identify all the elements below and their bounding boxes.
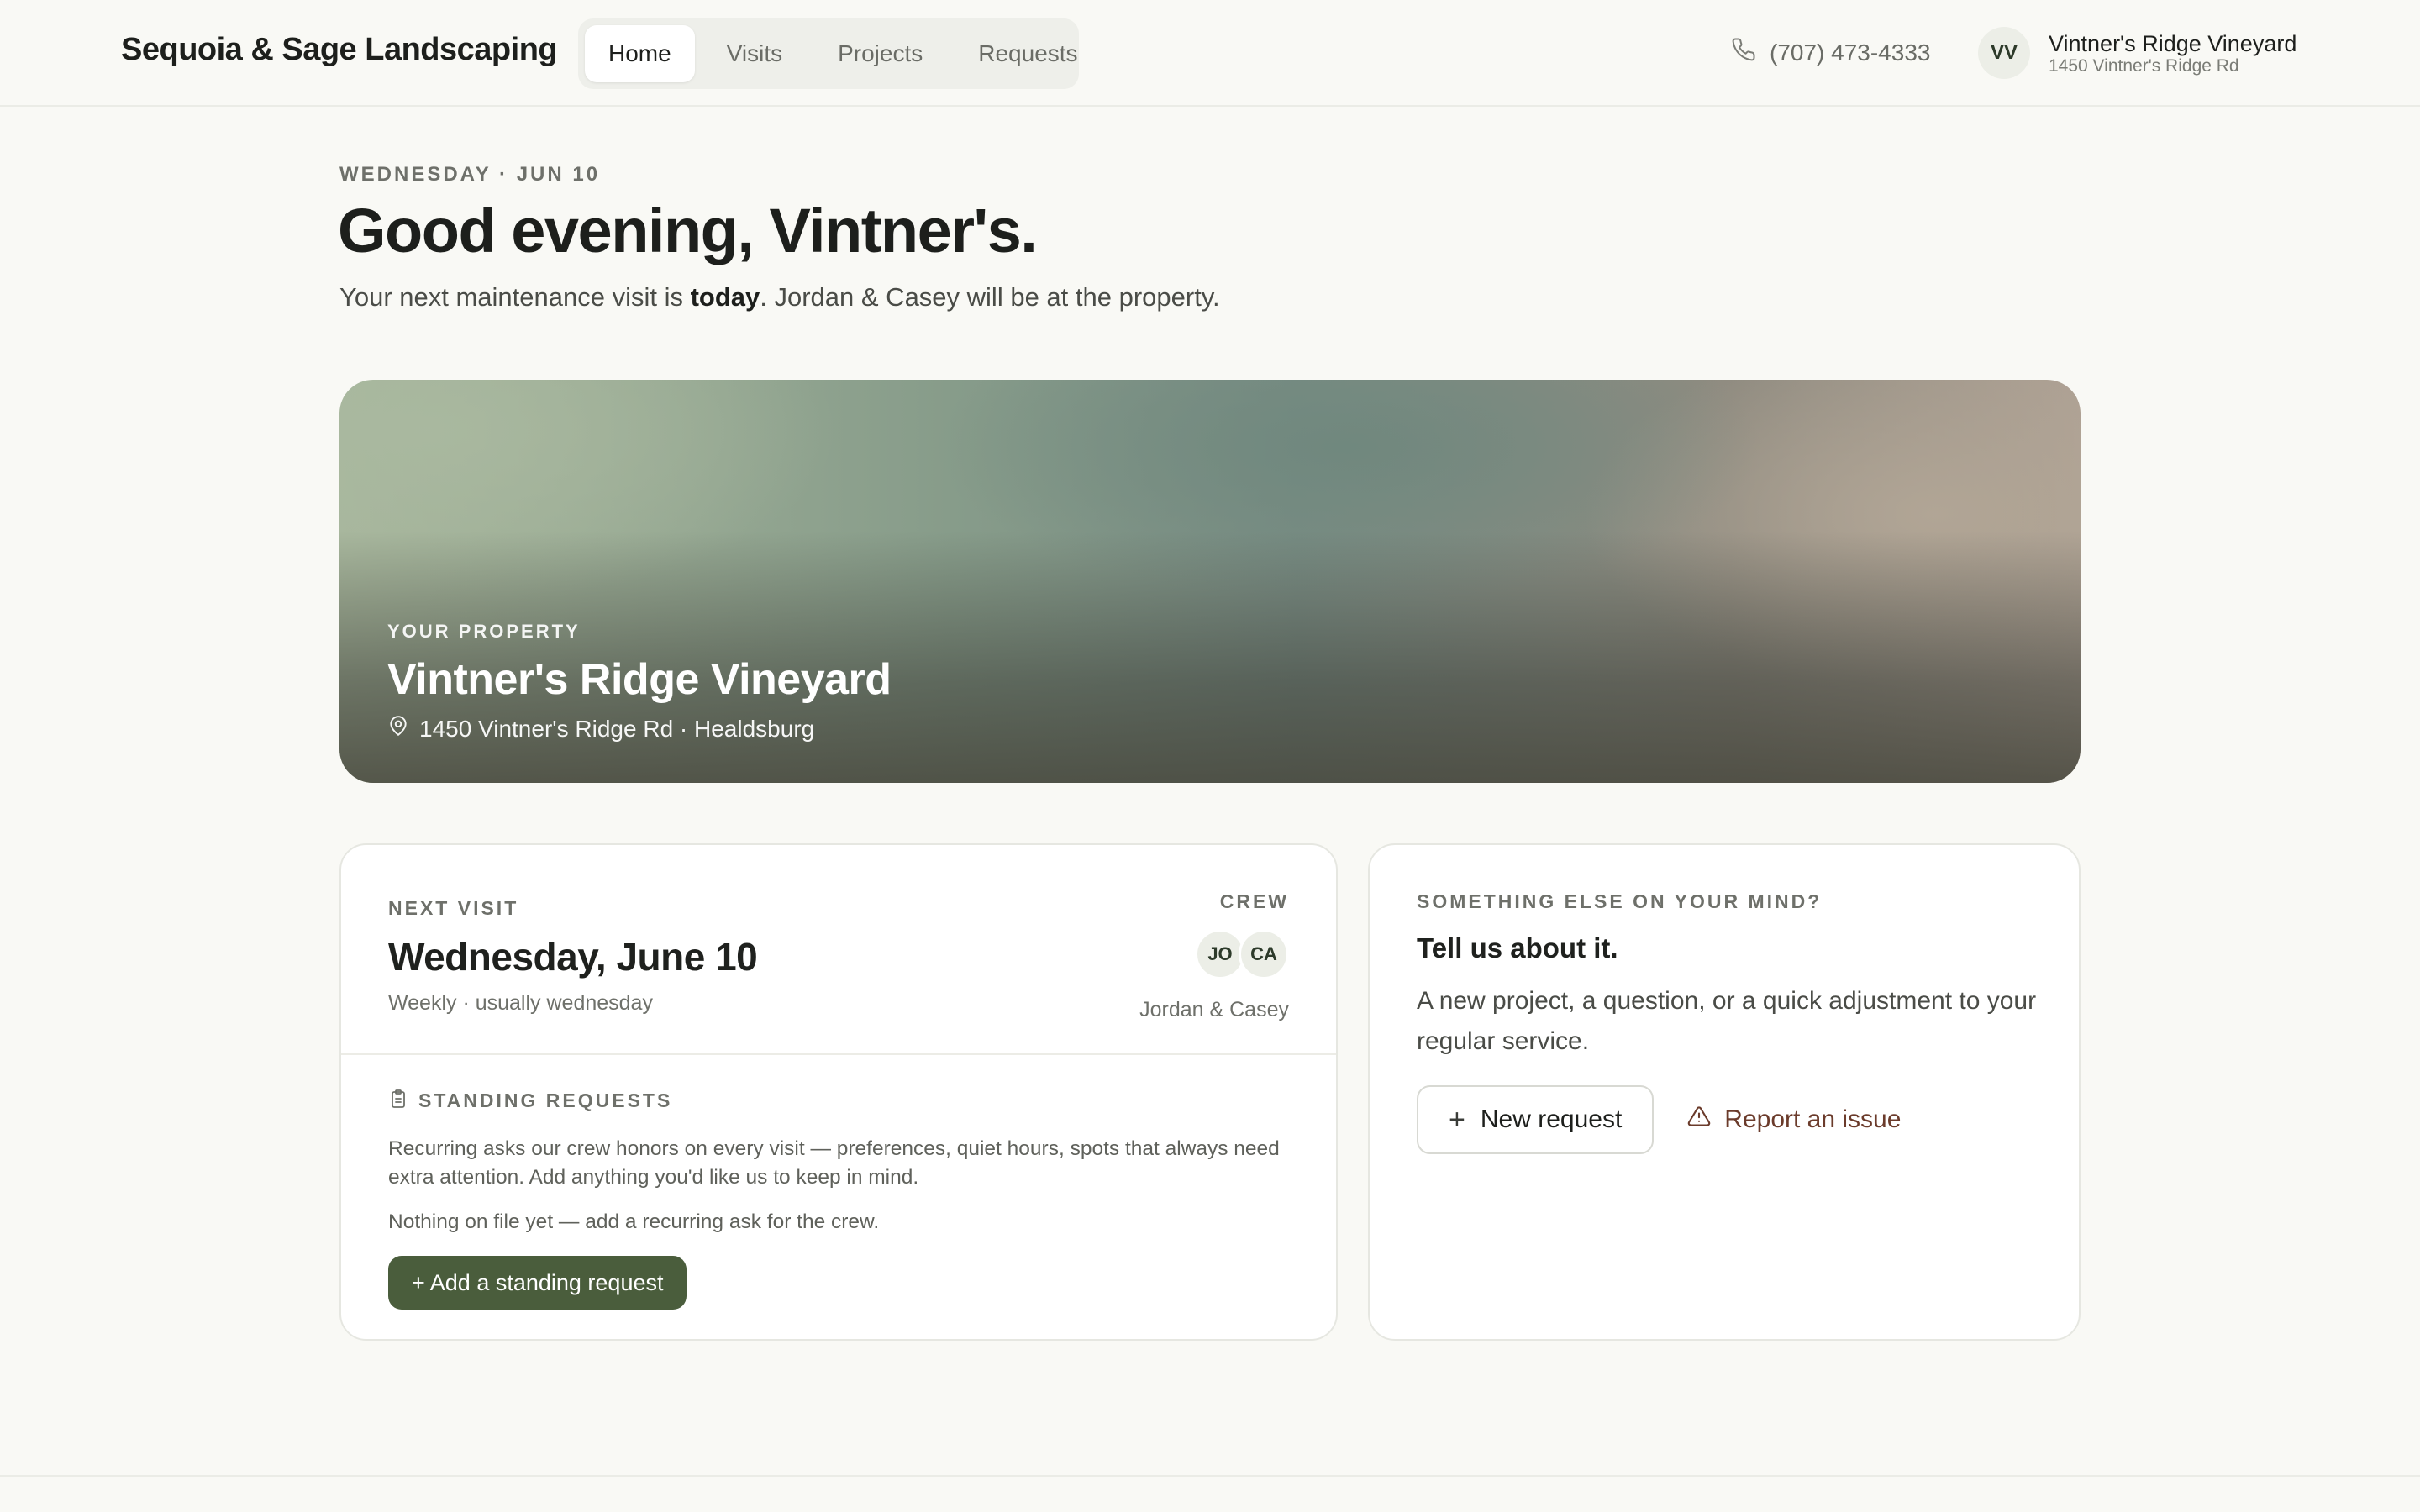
standing-requests-section: STANDING REQUESTS Recurring asks our cre… (388, 1089, 1292, 1310)
account-menu[interactable]: VV Vintner's Ridge Vineyard 1450 Vintner… (1978, 27, 2296, 79)
next-visit-eyebrow: NEXT VISIT (388, 897, 519, 919)
contact-title: Tell us about it. (1417, 932, 1618, 963)
phone-number: (707) 473-4333 (1770, 39, 1931, 66)
property-name: Vintner's Ridge Vineyard (387, 655, 892, 704)
property-address: 1450 Vintner's Ridge Rd · Healdsburg (419, 715, 815, 742)
contact-eyebrow: SOMETHING ELSE ON YOUR MIND? (1417, 890, 1823, 912)
crew-eyebrow: CREW (1219, 890, 1289, 912)
brand-name[interactable]: Sequoia & Sage Landscaping (121, 32, 558, 68)
hero-eyebrow: YOUR PROPERTY (387, 621, 581, 642)
crew-avatar-jordan: JO (1195, 929, 1245, 979)
phone-link[interactable]: (707) 473-4333 (1731, 37, 1930, 68)
avatar: VV (1978, 27, 2030, 79)
clipboard-icon (388, 1089, 408, 1113)
date-eyebrow: WEDNESDAY · JUN 10 (339, 163, 601, 186)
tab-requests[interactable]: Requests (955, 25, 1101, 82)
map-pin-icon (387, 715, 409, 743)
next-visit-summary: NEXT VISIT Wednesday, June 10 Weekly · u… (341, 845, 1336, 1055)
standing-requests-empty: Nothing on file yet — add a recurring as… (388, 1210, 880, 1233)
tab-visits[interactable]: Visits (703, 25, 806, 82)
add-standing-request-button[interactable]: + Add a standing request (388, 1256, 687, 1310)
plus-icon: + (1449, 1103, 1465, 1136)
account-name: Vintner's Ridge Vineyard (2049, 31, 2297, 56)
property-address-row: 1450 Vintner's Ridge Rd · Healdsburg (387, 715, 892, 743)
subtitle-emphasis: today (690, 282, 760, 312)
standing-requests-description: Recurring asks our crew honors on every … (388, 1137, 1280, 1189)
next-visit-card: NEXT VISIT Wednesday, June 10 Weekly · u… (339, 843, 1338, 1341)
footer-divider (0, 1475, 2420, 1477)
subtitle-text-end: . Jordan & Casey will be at the property… (760, 282, 1220, 312)
standing-requests-title: STANDING REQUESTS (418, 1089, 673, 1111)
greeting-subtitle: Your next maintenance visit is today. Jo… (339, 282, 1220, 312)
crew-avatars: JO CA (1195, 929, 1289, 979)
phone-icon (1731, 37, 1756, 68)
top-bar: Sequoia & Sage Landscaping Home Visits P… (0, 0, 2420, 107)
property-hero: YOUR PROPERTY Vintner's Ridge Vineyard 1… (339, 380, 2081, 783)
tab-projects[interactable]: Projects (814, 25, 946, 82)
report-issue-label: Report an issue (1724, 1105, 1902, 1133)
new-request-label: New request (1480, 1105, 1623, 1133)
main-nav: Home Visits Projects Requests (578, 18, 1079, 89)
tab-home[interactable]: Home (585, 25, 695, 82)
page-title: Good evening, Vintner's. (338, 196, 1038, 265)
crew-avatar-casey: CA (1239, 929, 1289, 979)
contact-description: A new project, a question, or a quick ad… (1417, 987, 2037, 1055)
contact-actions: + New request Report an issue (1417, 1085, 1901, 1154)
hero-content: YOUR PROPERTY Vintner's Ridge Vineyard 1… (387, 621, 892, 743)
standing-requests-header: STANDING REQUESTS (388, 1089, 1292, 1113)
account-address: 1450 Vintner's Ridge Rd (2049, 56, 2239, 76)
contact-card: SOMETHING ELSE ON YOUR MIND? Tell us abo… (1368, 843, 2081, 1341)
report-issue-button[interactable]: Report an issue (1687, 1105, 1901, 1135)
crew-names: Jordan & Casey (1139, 998, 1289, 1021)
new-request-button[interactable]: + New request (1417, 1085, 1655, 1154)
account-details: Vintner's Ridge Vineyard 1450 Vintner's … (2049, 30, 2296, 76)
subtitle-text-start: Your next maintenance visit is (339, 282, 691, 312)
warning-icon (1687, 1105, 1711, 1135)
visit-cadence: Weekly · usually wednesday (388, 991, 653, 1015)
next-visit-date: Wednesday, June 10 (388, 935, 758, 979)
